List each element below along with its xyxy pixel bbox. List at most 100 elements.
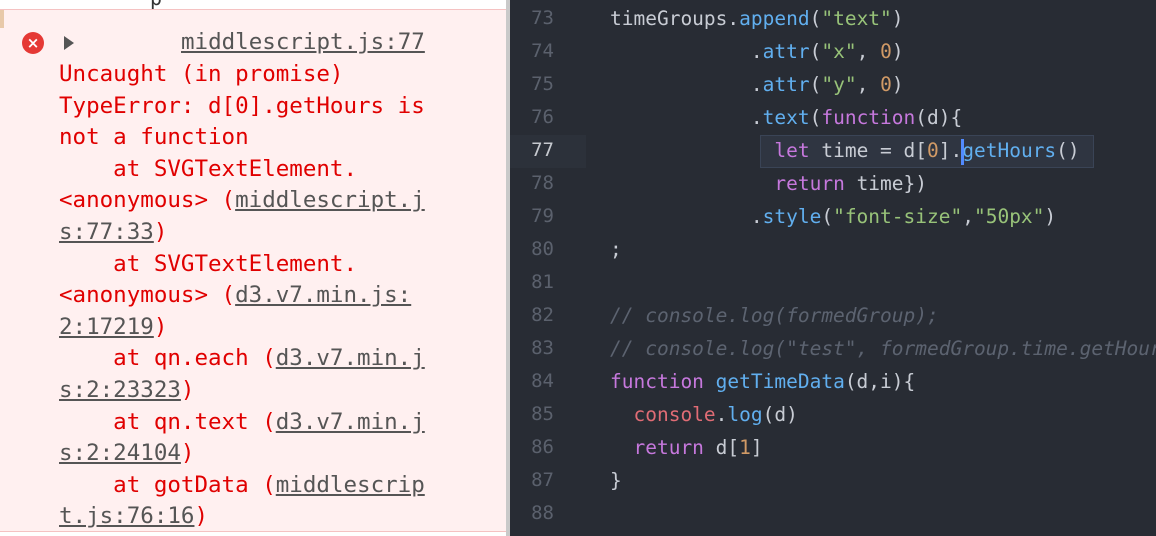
error-line: at SVGTextElement. bbox=[59, 154, 357, 186]
stack-source-link[interactable]: middlescript.j bbox=[235, 187, 425, 213]
code-token: getHours bbox=[962, 139, 1057, 162]
line-number: 78 bbox=[531, 172, 554, 194]
code-token: ( bbox=[809, 73, 822, 96]
code-line[interactable]: .attr("x", 0) bbox=[610, 35, 904, 68]
code-token: ]. bbox=[938, 139, 963, 162]
line-number: 82 bbox=[531, 304, 554, 326]
error-line: t.js:76:16) bbox=[59, 501, 208, 533]
code-token: , bbox=[856, 40, 881, 63]
code-line[interactable]: // console.log("test", formedGroup.time.… bbox=[610, 332, 1156, 365]
error-line: s:77:33) bbox=[59, 217, 167, 249]
code-token: ( bbox=[809, 40, 822, 63]
previous-message-fragment: p bbox=[0, 0, 506, 10]
error-line: TypeError: d[0].getHours is bbox=[59, 91, 425, 123]
stack-source-link[interactable]: middlescrip bbox=[276, 472, 425, 498]
line-number: 87 bbox=[531, 469, 554, 491]
expand-triangle-icon[interactable] bbox=[64, 36, 74, 50]
line-number: 88 bbox=[531, 502, 554, 524]
stack-source-link[interactable]: d3.v7.min.j bbox=[276, 345, 425, 371]
stack-source-link[interactable]: s:77:33 bbox=[59, 219, 154, 245]
code-token: style bbox=[762, 205, 822, 228]
code-token: console bbox=[633, 403, 716, 426]
code-token: ) bbox=[1044, 205, 1057, 228]
line-number: 83 bbox=[531, 337, 554, 359]
code-token: "text" bbox=[821, 7, 892, 30]
line-number: 86 bbox=[531, 436, 554, 458]
code-line[interactable]: .attr("y", 0) bbox=[610, 68, 904, 101]
code-line[interactable]: function getTimeData(d,i){ bbox=[610, 365, 915, 398]
code-token: ) bbox=[891, 40, 904, 63]
code-editor[interactable]: 73 74 75 76 77 78 79 80 81 82 83 84 85 86 87 88 timeGro… bbox=[510, 0, 1156, 536]
error-text: at gotData ( bbox=[59, 471, 276, 498]
line-number: 75 bbox=[531, 73, 554, 95]
code-token: time = d[ bbox=[809, 139, 928, 162]
error-text: ) bbox=[180, 440, 195, 467]
scroll-indicator bbox=[0, 10, 4, 28]
error-text: ) bbox=[180, 377, 195, 403]
error-text: ) bbox=[194, 503, 209, 530]
code-token: // console.log(formedGroup); bbox=[610, 304, 939, 327]
code-token: time}) bbox=[844, 172, 928, 195]
code-line[interactable]: ; bbox=[610, 233, 622, 266]
stack-source-link[interactable]: t.js:76:16 bbox=[59, 503, 194, 529]
code-token: (d){ bbox=[915, 106, 963, 129]
code-token: ; bbox=[610, 238, 622, 261]
code-line[interactable]: console.log(d) bbox=[610, 398, 797, 431]
line-number: 79 bbox=[531, 205, 554, 227]
error-line: <anonymous> (d3.v7.min.js: bbox=[59, 280, 411, 312]
stack-source-link[interactable]: d3.v7.min.js: bbox=[235, 282, 411, 308]
error-line: <anonymous> (middlescript.j bbox=[59, 185, 425, 217]
code-line[interactable]: timeGroups.append("text") bbox=[610, 2, 904, 35]
source-link[interactable]: middlescript.js:77 bbox=[181, 27, 425, 58]
text-cursor bbox=[961, 139, 964, 165]
code-token: "font-size" bbox=[833, 205, 963, 228]
stack-source-link[interactable]: 2:17219 bbox=[59, 314, 154, 340]
stack-source-link[interactable]: s:2:23323 bbox=[59, 377, 181, 403]
line-number: 81 bbox=[531, 271, 554, 293]
line-number: 84 bbox=[531, 370, 554, 392]
error-message: × middlescript.js:77 Uncaught (in promis… bbox=[0, 9, 506, 532]
code-token: (d,i){ bbox=[844, 370, 916, 393]
code-line[interactable]: let time = d[0].getHours() bbox=[610, 134, 1080, 167]
code-token: ( bbox=[809, 7, 822, 30]
error-text: <anonymous> ( bbox=[59, 282, 236, 309]
code-token: . bbox=[610, 106, 763, 129]
error-text: Uncaught (in promise) bbox=[59, 61, 344, 87]
code-token: , bbox=[962, 205, 974, 228]
error-text: TypeError: d[0].getHours is bbox=[59, 92, 425, 119]
code-line[interactable]: .style("font-size","50px") bbox=[610, 200, 1056, 233]
code-line[interactable]: return d[1] bbox=[610, 431, 762, 464]
stack-source-link[interactable]: d3.v7.min.j bbox=[276, 409, 425, 435]
code-token: timeGroups. bbox=[610, 7, 740, 30]
error-text: not a function bbox=[59, 124, 249, 151]
code-token: 0 bbox=[880, 73, 892, 96]
code-line[interactable]: } bbox=[610, 464, 622, 497]
error-line: at SVGTextElement. bbox=[59, 249, 357, 281]
error-line: at qn.each (d3.v7.min.j bbox=[59, 343, 425, 375]
line-number: 80 bbox=[531, 238, 554, 260]
error-text: at qn.each ( bbox=[59, 345, 276, 372]
code-token: . bbox=[610, 205, 763, 228]
console-panel: p × middlescript.js:77 Uncaught (in prom… bbox=[0, 0, 506, 536]
error-text: at qn.text ( bbox=[59, 408, 276, 435]
error-line: 2:17219) bbox=[59, 312, 167, 344]
error-line: s:2:24104) bbox=[59, 438, 194, 470]
code-line[interactable]: // console.log(formedGroup); bbox=[610, 299, 939, 332]
code-token: getTimeData bbox=[715, 370, 845, 393]
code-token: "50px" bbox=[973, 205, 1045, 228]
code-token: // console.log("test", formedGroup.time.… bbox=[610, 337, 1156, 360]
code-token: , bbox=[856, 73, 881, 96]
code-line[interactable]: return time}) bbox=[610, 167, 927, 200]
stack-source-link[interactable]: s:2:24104 bbox=[59, 440, 181, 466]
error-line: s:2:23323) bbox=[59, 375, 194, 407]
error-text: <anonymous> ( bbox=[59, 187, 236, 214]
code-token: () bbox=[1056, 139, 1080, 162]
line-number: 85 bbox=[531, 403, 554, 425]
code-line[interactable]: .text(function(d){ bbox=[610, 101, 962, 134]
code-token: "x" bbox=[821, 40, 857, 63]
error-line: Uncaught (in promise) bbox=[59, 59, 343, 91]
